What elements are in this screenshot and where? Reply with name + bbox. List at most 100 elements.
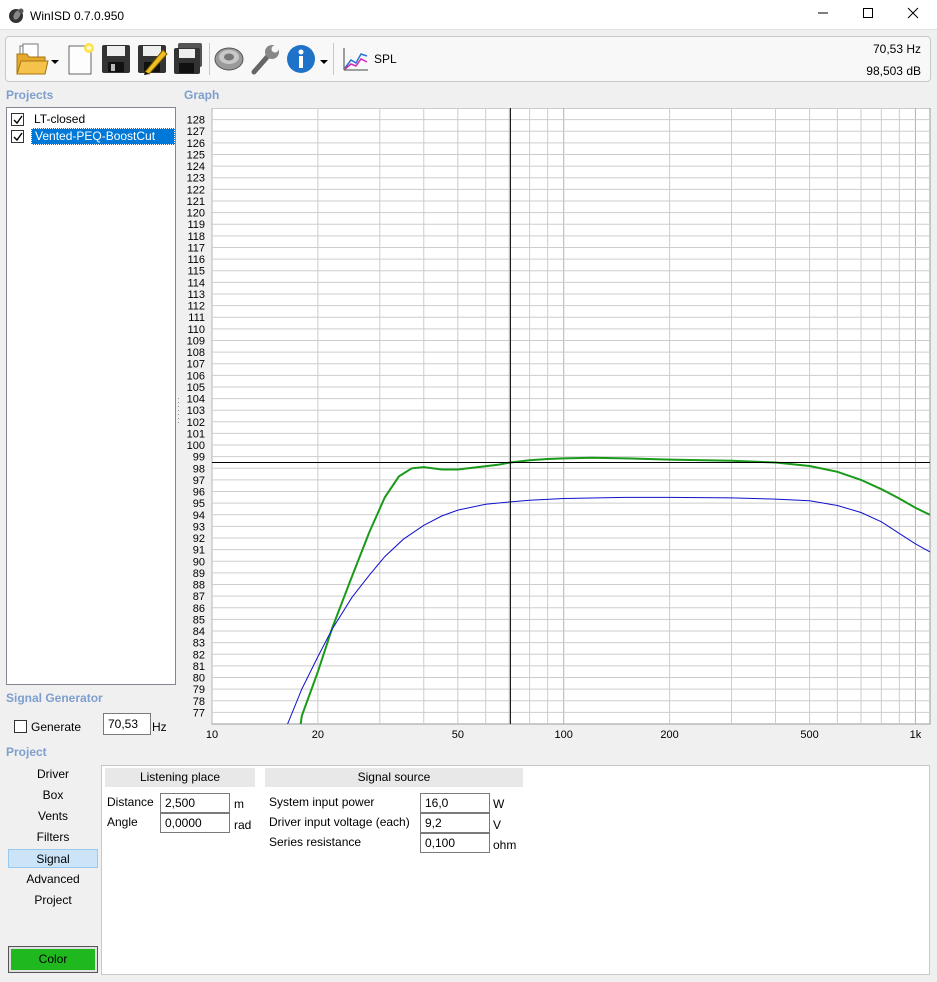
window-title: WinISD 0.7.0.950 <box>30 9 125 23</box>
y-tick-label: 123 <box>187 173 205 185</box>
signal-panel: Listening place Distance m Angle rad Sig… <box>101 765 930 975</box>
plot-background <box>211 107 931 725</box>
info-icon <box>287 45 315 73</box>
angle-unit: rad <box>234 818 252 832</box>
generator-frequency-input[interactable] <box>103 713 151 735</box>
x-tick-label: 500 <box>800 729 818 741</box>
series-resistance-input[interactable] <box>420 833 490 853</box>
save-disk-icon <box>102 45 130 73</box>
y-tick-label: 128 <box>187 115 205 127</box>
save-all-icon <box>174 43 202 74</box>
y-tick-label: 117 <box>187 242 205 254</box>
y-tick-label: 97 <box>193 475 205 487</box>
y-tick-label: 108 <box>187 347 205 359</box>
save-edit-icon <box>138 45 168 75</box>
nav-vents[interactable]: Vents <box>8 807 98 826</box>
open-project-button[interactable] <box>15 42 49 76</box>
project-label: Vented-PEQ-BoostCut <box>31 128 175 145</box>
x-tick-label: 10 <box>206 729 218 741</box>
nav-box[interactable]: Box <box>8 786 98 805</box>
nav-signal[interactable]: Signal <box>8 849 98 868</box>
y-tick-label: 95 <box>193 498 205 510</box>
driver-input-voltage-input[interactable] <box>420 813 490 833</box>
graph-heading: Graph <box>184 88 220 102</box>
driver-editor-button[interactable] <box>212 42 246 76</box>
color-button-label: Color <box>11 949 95 970</box>
power-unit: W <box>493 797 505 811</box>
y-tick-label: 78 <box>193 696 205 708</box>
color-button[interactable]: Color <box>8 946 98 973</box>
options-button[interactable] <box>248 42 282 76</box>
y-tick-label: 79 <box>193 684 205 696</box>
x-tick-label: 20 <box>312 729 324 741</box>
nav-advanced[interactable]: Advanced <box>8 870 98 889</box>
y-tick-label: 81 <box>193 661 205 673</box>
distance-input[interactable] <box>160 793 230 813</box>
save-as-button[interactable] <box>135 42 169 76</box>
nav-driver[interactable]: Driver <box>8 765 98 784</box>
x-tick-label: 100 <box>555 729 573 741</box>
y-tick-label: 106 <box>187 370 205 382</box>
new-project-button[interactable] <box>63 42 97 76</box>
voltage-unit: V <box>493 818 502 832</box>
y-tick-label: 89 <box>193 568 205 580</box>
angle-label: Angle <box>107 815 138 829</box>
y-tick-label: 115 <box>187 266 205 278</box>
signal-generator-heading: Signal Generator <box>6 691 103 705</box>
y-tick-label: 116 <box>187 254 205 266</box>
project-checkbox[interactable] <box>11 130 24 143</box>
title-bar: WinISD 0.7.0.950 <box>0 0 937 30</box>
about-dropdown-chevron-icon[interactable] <box>320 55 328 64</box>
nav-filters[interactable]: Filters <box>8 828 98 847</box>
open-dropdown-chevron-icon[interactable] <box>51 55 59 64</box>
generator-frequency-unit: Hz <box>152 720 167 734</box>
project-checkbox[interactable] <box>11 113 24 126</box>
close-button[interactable] <box>890 0 936 30</box>
spl-graph-button[interactable]: SPL <box>339 44 401 74</box>
y-tick-label: 102 <box>187 417 205 429</box>
y-tick-label: 96 <box>193 487 205 499</box>
system-input-power-input[interactable] <box>420 793 490 813</box>
splitter-grip[interactable] <box>177 396 180 426</box>
save-button[interactable] <box>99 42 133 76</box>
series-resistance-label: Series resistance <box>269 835 362 849</box>
y-tick-label: 104 <box>187 394 205 406</box>
about-button[interactable] <box>284 42 318 76</box>
y-tick-label: 121 <box>187 196 205 208</box>
speaker-driver-icon <box>214 47 244 71</box>
driver-input-voltage-label: Driver input voltage (each) <box>269 815 410 829</box>
maximize-button[interactable] <box>845 0 891 30</box>
y-tick-label: 91 <box>193 545 205 557</box>
y-tick-label: 110 <box>187 324 205 336</box>
toolbar-separator <box>209 43 210 75</box>
y-tick-label: 120 <box>187 208 205 220</box>
spl-graph[interactable]: 77 78 79 80 81 82 83 84 85 86 87 88 89 90 91 92 93 94 95 96… <box>182 107 932 743</box>
y-tick-label: 94 <box>193 510 205 522</box>
graph-chart-icon <box>343 48 368 71</box>
y-tick-label: 90 <box>193 556 205 568</box>
nav-project[interactable]: Project <box>8 891 98 910</box>
distance-label: Distance <box>107 795 154 809</box>
minimize-button[interactable] <box>800 0 846 30</box>
projects-list[interactable]: LT-closed Vented-PEQ-BoostCut <box>6 107 176 685</box>
y-tick-label: 85 <box>193 614 205 626</box>
angle-input[interactable] <box>160 813 230 833</box>
project-label: LT-closed <box>34 112 86 126</box>
signal-source-header: Signal source <box>265 768 523 787</box>
project-item-vented-peq-boostcut[interactable]: Vented-PEQ-BoostCut <box>9 128 175 145</box>
y-tick-label: 125 <box>187 149 205 161</box>
new-document-icon <box>68 43 94 75</box>
y-tick-label: 87 <box>193 591 205 603</box>
system-input-power-label: System input power <box>269 795 375 809</box>
y-tick-label: 113 <box>187 289 205 301</box>
y-tick-label: 99 <box>193 452 205 464</box>
y-tick-label: 105 <box>187 382 205 394</box>
y-tick-label: 109 <box>187 335 205 347</box>
y-tick-label: 80 <box>193 673 205 685</box>
generate-checkbox[interactable] <box>14 720 27 733</box>
spl-chart[interactable]: 7778798081828384858687888990919293949596… <box>182 107 932 743</box>
save-all-button[interactable] <box>171 42 205 76</box>
project-item-lt-closed[interactable]: LT-closed <box>9 111 175 128</box>
y-tick-label: 119 <box>187 219 205 231</box>
cursor-frequency-readout: 70,53 Hz <box>872 42 921 56</box>
